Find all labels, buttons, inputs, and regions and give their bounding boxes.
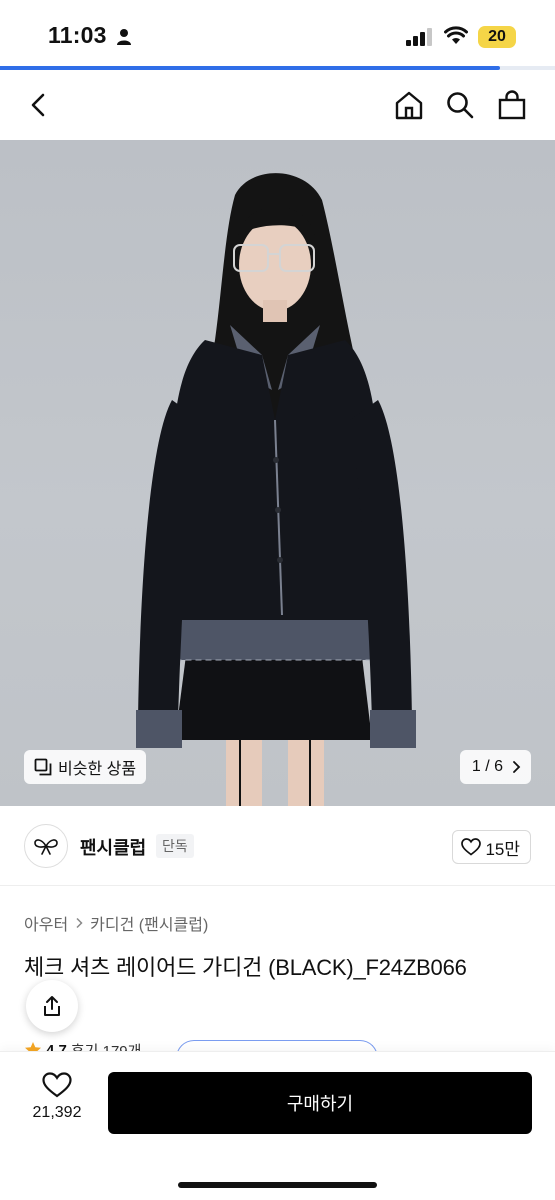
bottom-action-bar: 21,392 구매하기: [0, 1052, 555, 1200]
brand-like-count: 15만: [485, 839, 520, 859]
share-icon: [44, 996, 60, 1016]
home-indicator: [178, 1182, 377, 1188]
home-icon: [395, 91, 423, 120]
brand-row: 팬시클럽 단독 15만: [0, 806, 555, 886]
wishlist-count: 21,392: [32, 1104, 82, 1121]
brand-like-button[interactable]: 15만: [452, 830, 531, 864]
heart-icon: [461, 838, 482, 856]
product-photo: [136, 173, 416, 806]
chevron-right-icon: [513, 761, 521, 773]
person-icon: [117, 29, 131, 45]
status-bar: 11:03 20: [0, 0, 555, 66]
chevron-right-icon: [76, 917, 83, 929]
bow-logo-icon: [34, 839, 58, 855]
gallery-page-count: 1 / 6: [471, 758, 503, 775]
breadcrumb-category[interactable]: 아우터: [24, 911, 68, 935]
product-title: 체크 셔츠 레이어드 가디건 (BLACK)_F24ZB066: [24, 955, 467, 980]
share-button[interactable]: [26, 980, 78, 1032]
battery-level-badge: 20: [478, 26, 516, 48]
cellular-signal-icon: [406, 28, 432, 46]
status-time: 11:03: [48, 22, 107, 48]
similar-products-button[interactable]: 비슷한 상품: [24, 750, 147, 784]
gallery-page-indicator[interactable]: 1 / 6: [459, 750, 531, 784]
shopping-bag-icon: [498, 90, 526, 120]
similar-products-label: 비슷한 상품: [58, 761, 137, 778]
breadcrumb: 아우터 카디건 (팬시클럽): [24, 911, 208, 935]
top-nav-bar: [0, 70, 555, 140]
similar-images-icon: [34, 758, 52, 776]
wifi-icon: [444, 26, 468, 44]
cart-button[interactable]: [493, 86, 531, 124]
exclusive-badge: 단독: [156, 834, 194, 858]
search-button[interactable]: [441, 86, 479, 124]
brand-logo[interactable]: [24, 824, 68, 868]
chevron-left-icon: [31, 93, 45, 117]
heart-icon: [42, 1072, 72, 1098]
breadcrumb-subcategory[interactable]: 카디건 (팬시클럽): [90, 911, 208, 935]
buy-button[interactable]: 구매하기: [108, 1072, 532, 1134]
wishlist-button[interactable]: 21,392: [24, 1072, 90, 1134]
home-button[interactable]: [390, 86, 428, 124]
back-button[interactable]: [20, 86, 58, 124]
search-icon: [447, 92, 474, 119]
brand-name[interactable]: 팬시클럽: [80, 834, 146, 860]
product-image-gallery[interactable]: 비슷한 상품 1 / 6: [0, 140, 555, 806]
